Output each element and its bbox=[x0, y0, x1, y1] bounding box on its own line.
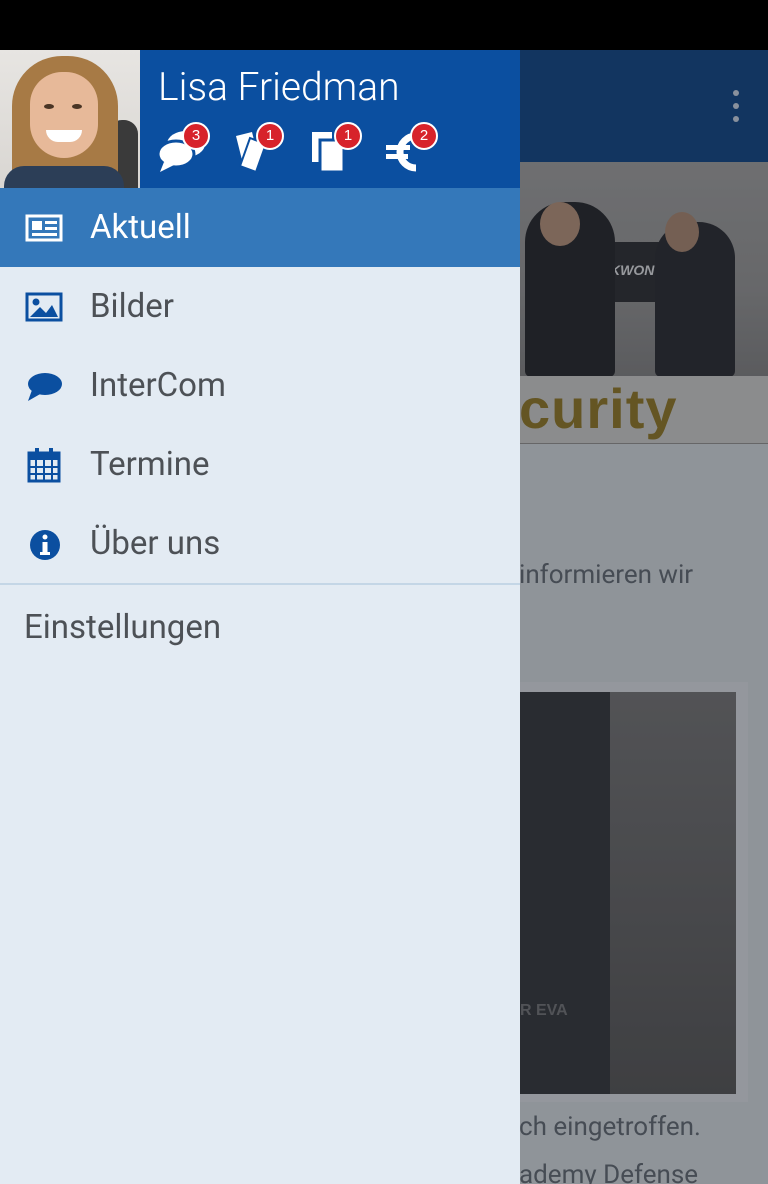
documents-badge: 1 bbox=[334, 122, 362, 150]
tickets-badge: 1 bbox=[256, 122, 284, 150]
calendar-icon bbox=[27, 448, 61, 483]
image-icon bbox=[25, 292, 63, 322]
documents-button[interactable]: 1 bbox=[310, 122, 364, 178]
nav-label-ueber-uns: Über uns bbox=[90, 524, 221, 563]
news-icon bbox=[25, 214, 63, 242]
navigation-drawer: Lisa Friedman 3 1 1 2 Aktuell Bilder Int… bbox=[0, 50, 520, 1184]
nav-item-intercom[interactable]: InterCom bbox=[0, 346, 520, 425]
speech-bubble-icon bbox=[28, 373, 62, 401]
messages-badge: 3 bbox=[182, 122, 210, 150]
status-bar bbox=[0, 0, 768, 50]
avatar[interactable] bbox=[0, 50, 140, 188]
payments-badge: 2 bbox=[410, 122, 438, 150]
nav-item-ueber-uns[interactable]: Über uns bbox=[0, 504, 520, 583]
drawer-header: Lisa Friedman 3 1 1 2 bbox=[0, 50, 520, 188]
nav-label-intercom: InterCom bbox=[90, 366, 226, 405]
user-name: Lisa Friedman bbox=[158, 64, 400, 110]
nav-label-aktuell: Aktuell bbox=[90, 208, 191, 247]
nav-label-bilder: Bilder bbox=[90, 287, 174, 326]
payments-button[interactable]: 2 bbox=[386, 122, 440, 178]
nav-item-aktuell[interactable]: Aktuell bbox=[0, 188, 520, 267]
settings-item[interactable]: Einstellungen bbox=[24, 608, 221, 647]
nav-item-termine[interactable]: Termine bbox=[0, 425, 520, 504]
nav-label-termine: Termine bbox=[90, 445, 210, 484]
tickets-button[interactable]: 1 bbox=[232, 122, 286, 178]
nav-item-bilder[interactable]: Bilder bbox=[0, 267, 520, 346]
drawer-divider bbox=[0, 583, 520, 585]
info-icon bbox=[30, 530, 60, 560]
messages-button[interactable]: 3 bbox=[158, 122, 212, 178]
